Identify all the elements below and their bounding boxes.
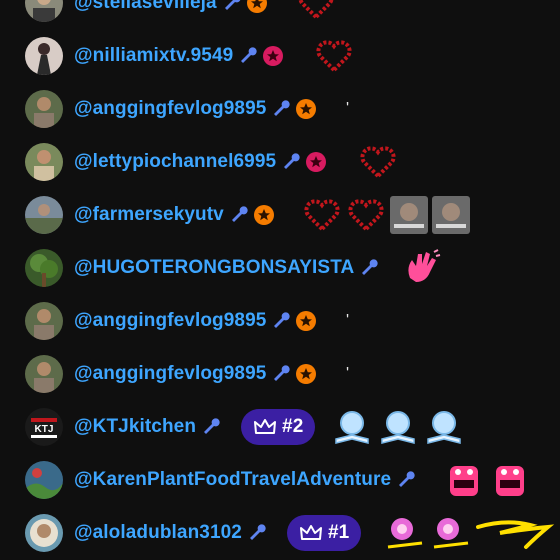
- lightbulb-book-icon: [381, 410, 415, 444]
- moderator-wrench-icon: [201, 417, 221, 437]
- crown-icon: [254, 418, 277, 434]
- message-emojis: [296, 0, 336, 23]
- author-name[interactable]: @KTJkitchen: [74, 416, 196, 438]
- avatar[interactable]: [25, 142, 63, 181]
- author-name[interactable]: @nilliamixtv.9549: [74, 45, 233, 67]
- avatar[interactable]: [25, 248, 63, 287]
- author-name[interactable]: @anggingfevlog9895: [74, 363, 266, 385]
- pink-monster-icon: [496, 465, 524, 496]
- message-text: ': [346, 311, 350, 329]
- heart-wreath-icon: [304, 198, 340, 232]
- chat-message: KTJ @KTJkitchen #2: [0, 400, 560, 453]
- moderator-wrench-icon: [271, 99, 291, 119]
- moderator-wrench-icon: [271, 311, 291, 331]
- chat-message: @stellasevilleja: [0, 0, 560, 29]
- moderator-wrench-icon: [238, 46, 258, 66]
- avatar[interactable]: [25, 195, 63, 234]
- message-emojis: [384, 513, 556, 553]
- author-name[interactable]: @aloladublan3102: [74, 522, 242, 544]
- message-text: ': [346, 99, 350, 117]
- pink-monster-icon: [450, 465, 478, 496]
- moderator-wrench-icon: [396, 470, 416, 490]
- chat-message: @anggingfevlog9895 ': [0, 82, 560, 135]
- avatar[interactable]: [25, 513, 63, 552]
- moderator-wrench-icon: [359, 258, 379, 278]
- avatar[interactable]: [25, 89, 63, 128]
- heart-wreath-icon: [298, 0, 334, 20]
- member-star-badge-icon: [253, 204, 274, 225]
- chat-message: @farmersekyutv: [0, 188, 560, 241]
- message-emojis: [332, 407, 464, 447]
- member-star-badge-icon: [296, 363, 317, 384]
- rank-badge: #1: [286, 514, 362, 551]
- author-name[interactable]: @KarenPlantFoodTravelAdventure: [74, 469, 391, 491]
- chat-message: @KarenPlantFoodTravelAdventure: [0, 453, 560, 506]
- moderator-wrench-icon: [229, 205, 249, 225]
- avatar[interactable]: [25, 36, 63, 75]
- moderator-wrench-icon: [222, 0, 242, 13]
- moderator-wrench-icon: [281, 152, 301, 172]
- chat-message: @anggingfevlog9895 ': [0, 294, 560, 347]
- crown-icon: [299, 524, 322, 540]
- message-text: ': [346, 364, 350, 382]
- author-name[interactable]: @anggingfevlog9895: [74, 310, 266, 332]
- chat-message: @anggingfevlog9895 ': [0, 347, 560, 400]
- flower-sticker-icon: [387, 517, 423, 548]
- chat-message: @aloladublan3102 #1: [0, 506, 560, 559]
- author-name[interactable]: @stellasevilleja: [74, 0, 217, 14]
- lightbulb-book-icon: [335, 410, 369, 444]
- message-emojis: [358, 142, 398, 182]
- chat-message: @lettypiochannel6995: [0, 135, 560, 188]
- message-emojis: [302, 195, 470, 235]
- member-star-badge-icon: [296, 98, 317, 119]
- photo-sticker-icon: [390, 195, 428, 234]
- author-name[interactable]: @lettypiochannel6995: [74, 151, 276, 173]
- lightbulb-book-icon: [427, 410, 461, 444]
- message-emojis: [314, 36, 354, 76]
- avatar[interactable]: [25, 354, 63, 393]
- member-star-badge-icon: [263, 45, 284, 66]
- flower-sticker-icon: [433, 517, 469, 548]
- chat-message: @nilliamixtv.9549: [0, 29, 560, 82]
- avatar[interactable]: KTJ: [25, 407, 63, 446]
- heart-wreath-icon: [316, 39, 352, 73]
- moderator-wrench-icon: [247, 523, 267, 543]
- photo-sticker-icon: [432, 195, 470, 234]
- author-name[interactable]: @HUGOTERONGBONSAYISTA: [74, 257, 354, 279]
- avatar-logo-text: KTJ: [35, 424, 54, 435]
- heart-wreath-icon: [348, 198, 384, 232]
- member-star-badge-icon: [246, 0, 267, 13]
- moderator-wrench-icon: [271, 364, 291, 384]
- avatar[interactable]: [25, 301, 63, 340]
- rank-number: #1: [327, 521, 350, 543]
- member-star-badge-icon: [306, 151, 327, 172]
- member-star-badge-icon: [296, 310, 317, 331]
- author-name[interactable]: @anggingfevlog9895: [74, 98, 266, 120]
- chat-message: @HUGOTERONGBONSAYISTA: [0, 241, 560, 294]
- waving-hand-icon: [408, 248, 441, 282]
- heart-wreath-icon: [360, 145, 396, 179]
- live-chat-list: @stellasevilleja @nilliamixtv.9549 @angg…: [0, 0, 560, 559]
- avatar[interactable]: [25, 0, 63, 22]
- scribble-icon: [476, 519, 555, 549]
- message-emojis: [444, 460, 530, 500]
- avatar[interactable]: [25, 460, 63, 499]
- rank-number: #2: [282, 415, 304, 437]
- author-name[interactable]: @farmersekyutv: [74, 204, 224, 226]
- rank-badge: #2: [241, 408, 316, 445]
- message-emojis: [400, 248, 442, 288]
